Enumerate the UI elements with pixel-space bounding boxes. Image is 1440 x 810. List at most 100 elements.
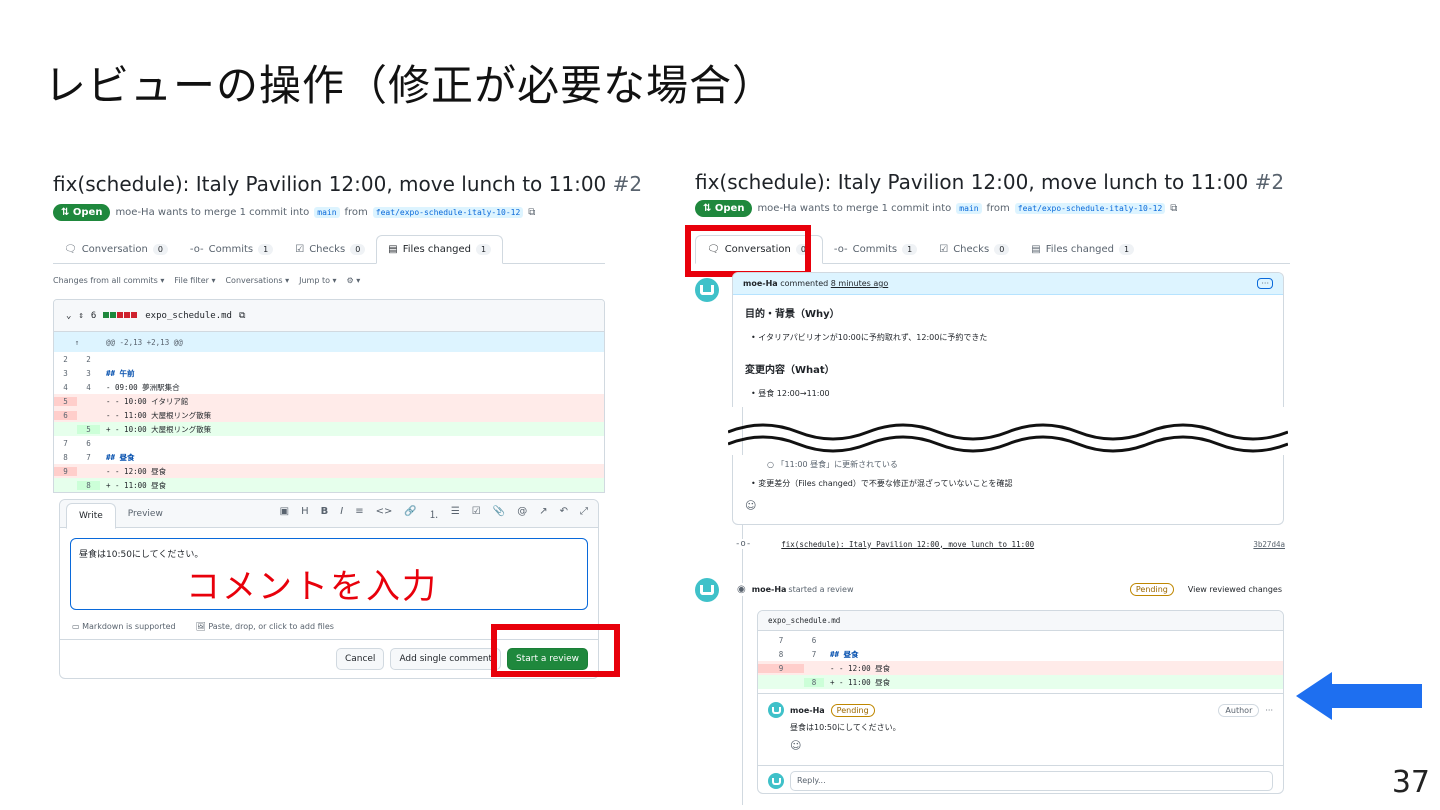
expand-up-icon[interactable]: ↑ <box>54 338 100 347</box>
markdown-hint[interactable]: ▭ Markdown is supported <box>72 622 176 631</box>
comment-textarea[interactable]: 昼食は10:50にしてください。 コメントを入力 <box>70 538 588 610</box>
comment-time[interactable]: 8 minutes ago <box>831 279 888 288</box>
new-line-number[interactable]: 6 <box>804 636 824 645</box>
mention-icon[interactable]: @ <box>517 506 527 521</box>
old-line-number[interactable]: 7 <box>758 636 804 645</box>
file-diff: ⌄ ⇕ 6 expo_schedule.md ⧉ ↑ @@ -2,13 +2,1… <box>53 299 605 493</box>
tab-conversation[interactable]: 🗨 Conversation 0 <box>53 236 179 263</box>
old-line-number[interactable]: 2 <box>54 355 77 364</box>
settings-dropdown[interactable]: ⚙ ▾ <box>347 276 361 285</box>
expand-icon[interactable]: ⇕ <box>78 311 83 321</box>
diff-line: 5 + - 10:00 大屋根リング散策 <box>54 422 604 436</box>
write-tab[interactable]: Write <box>66 503 116 529</box>
reply-input[interactable]: Reply... <box>790 771 1273 791</box>
diffstat <box>103 311 138 321</box>
new-line-number[interactable]: 7 <box>804 650 824 659</box>
more-icon[interactable]: ··· <box>1265 706 1273 715</box>
base-branch[interactable]: main <box>956 203 982 214</box>
merge-text: moe-Ha wants to merge 1 commit into <box>757 203 952 214</box>
review-comment-author[interactable]: moe-Ha <box>790 706 825 715</box>
tab-count: 1 <box>1119 244 1135 255</box>
attach-hint[interactable]: 🖼 Paste, drop, or click to add files <box>196 622 334 631</box>
old-line-number[interactable]: 3 <box>54 369 77 378</box>
conversations-filter[interactable]: Conversations ▾ <box>225 276 289 285</box>
comment-author[interactable]: moe-Ha <box>743 279 778 288</box>
tab-commits[interactable]: -o- Commits 1 <box>823 236 928 263</box>
ordered-list-icon[interactable]: ⒈ <box>429 506 439 521</box>
tab-files-changed[interactable]: ▤ Files changed 1 <box>1020 236 1145 263</box>
new-line-number[interactable]: 3 <box>77 369 100 378</box>
files-toolbar: Changes from all commits ▾ File filter ▾… <box>53 276 605 285</box>
code-icon[interactable]: <> <box>376 506 393 521</box>
file-filter[interactable]: File filter ▾ <box>174 276 215 285</box>
new-line-number[interactable]: 8 <box>804 677 824 687</box>
undo-icon[interactable]: ↶ <box>560 506 568 521</box>
tab-checks[interactable]: ☑ Checks 0 <box>928 236 1020 263</box>
copy-icon[interactable]: ⧉ <box>1170 203 1177 214</box>
tab-commits[interactable]: -o- Commits 1 <box>179 236 284 263</box>
review-header: ◉ moe-Ha started a review Pending View r… <box>737 583 1282 596</box>
italic-icon[interactable]: I <box>340 506 343 521</box>
link-icon[interactable]: 🔗 <box>404 506 416 521</box>
attach-icon[interactable]: 📎 <box>493 506 505 521</box>
diff-line: 9 - - 12:00 昼食 <box>54 464 604 478</box>
template-icon[interactable]: ▣ <box>280 506 289 521</box>
tab-label: Commits <box>852 244 898 255</box>
old-line-number[interactable]: 7 <box>54 439 77 448</box>
old-line-number[interactable]: 9 <box>54 466 77 476</box>
avatar[interactable] <box>695 278 719 302</box>
view-reviewed-changes-button[interactable]: View reviewed changes <box>1188 585 1282 594</box>
old-line-number[interactable]: 8 <box>54 453 77 462</box>
commit-message[interactable]: fix(schedule): Italy Pavilion 12:00, mov… <box>781 540 1034 549</box>
heading-icon[interactable]: H <box>301 506 309 521</box>
list-item-text: 昼食 12:00→11:00 <box>758 389 830 398</box>
new-line-number[interactable]: 8 <box>77 480 100 490</box>
emoji-reaction-icon[interactable]: ☺ <box>745 499 1283 512</box>
diff-line-text: - - 10:00 イタリア館 <box>106 396 189 406</box>
new-line-number[interactable]: 6 <box>77 439 100 448</box>
new-line-number[interactable]: 4 <box>77 383 100 392</box>
pr-title: fix(schedule): Italy Pavilion 12:00, mov… <box>53 172 642 196</box>
review-author[interactable]: moe-Ha <box>752 585 787 594</box>
file-name[interactable]: expo_schedule.md <box>145 311 232 321</box>
tab-count: 0 <box>152 244 168 255</box>
old-line-number[interactable]: 6 <box>54 410 77 420</box>
tab-checks[interactable]: ☑ Checks 0 <box>284 236 376 263</box>
chevron-down-icon[interactable]: ⌄ <box>66 311 71 321</box>
old-line-number[interactable]: 9 <box>758 663 804 673</box>
copy-icon[interactable]: ⧉ <box>239 311 245 321</box>
tab-files-changed[interactable]: ▤ Files changed 1 <box>376 235 504 264</box>
old-line-number[interactable]: 8 <box>758 650 804 659</box>
new-line-number[interactable]: 2 <box>77 355 100 364</box>
commit-sha[interactable]: 3b27d4a <box>1253 540 1285 549</box>
base-branch[interactable]: main <box>314 207 340 218</box>
jump-to[interactable]: Jump to ▾ <box>299 276 336 285</box>
quote-icon[interactable]: ≡ <box>355 506 363 521</box>
head-branch[interactable]: feat/expo-schedule-italy-10-12 <box>372 207 524 218</box>
old-line-number[interactable]: 5 <box>54 396 77 406</box>
new-line-number[interactable]: 7 <box>77 453 100 462</box>
avatar[interactable] <box>695 578 719 602</box>
emoji-reaction-icon[interactable]: ☺ <box>790 739 1273 752</box>
task-list-icon[interactable]: ☑ <box>472 506 481 521</box>
copy-icon[interactable]: ⧉ <box>528 207 535 218</box>
tab-count: 1 <box>476 244 492 255</box>
status-badge: ⇅ Open <box>695 200 753 217</box>
review-file-name[interactable]: expo_schedule.md <box>758 611 1283 631</box>
unordered-list-icon[interactable]: ☰ <box>451 506 460 521</box>
preview-tab[interactable]: Preview <box>116 502 175 526</box>
head-branch[interactable]: feat/expo-schedule-italy-10-12 <box>1014 203 1166 214</box>
bold-icon[interactable]: B <box>321 506 329 521</box>
fullscreen-icon[interactable]: ⤢ <box>580 506 588 521</box>
review-comment: moe-Ha Pending Author ··· 昼食は10:50にしてくださ… <box>758 693 1283 765</box>
new-line-number[interactable]: 5 <box>77 424 100 434</box>
add-single-comment-button[interactable]: Add single comment <box>390 648 501 670</box>
old-line-number[interactable]: 4 <box>54 383 77 392</box>
pending-badge: Pending <box>1129 583 1174 596</box>
cancel-button[interactable]: Cancel <box>335 648 385 670</box>
diff-line: 76 <box>758 633 1283 647</box>
reference-icon[interactable]: ↗ <box>539 506 547 521</box>
more-icon[interactable]: ··· <box>1257 278 1273 289</box>
changes-filter[interactable]: Changes from all commits ▾ <box>53 276 164 285</box>
avatar[interactable] <box>768 702 784 718</box>
